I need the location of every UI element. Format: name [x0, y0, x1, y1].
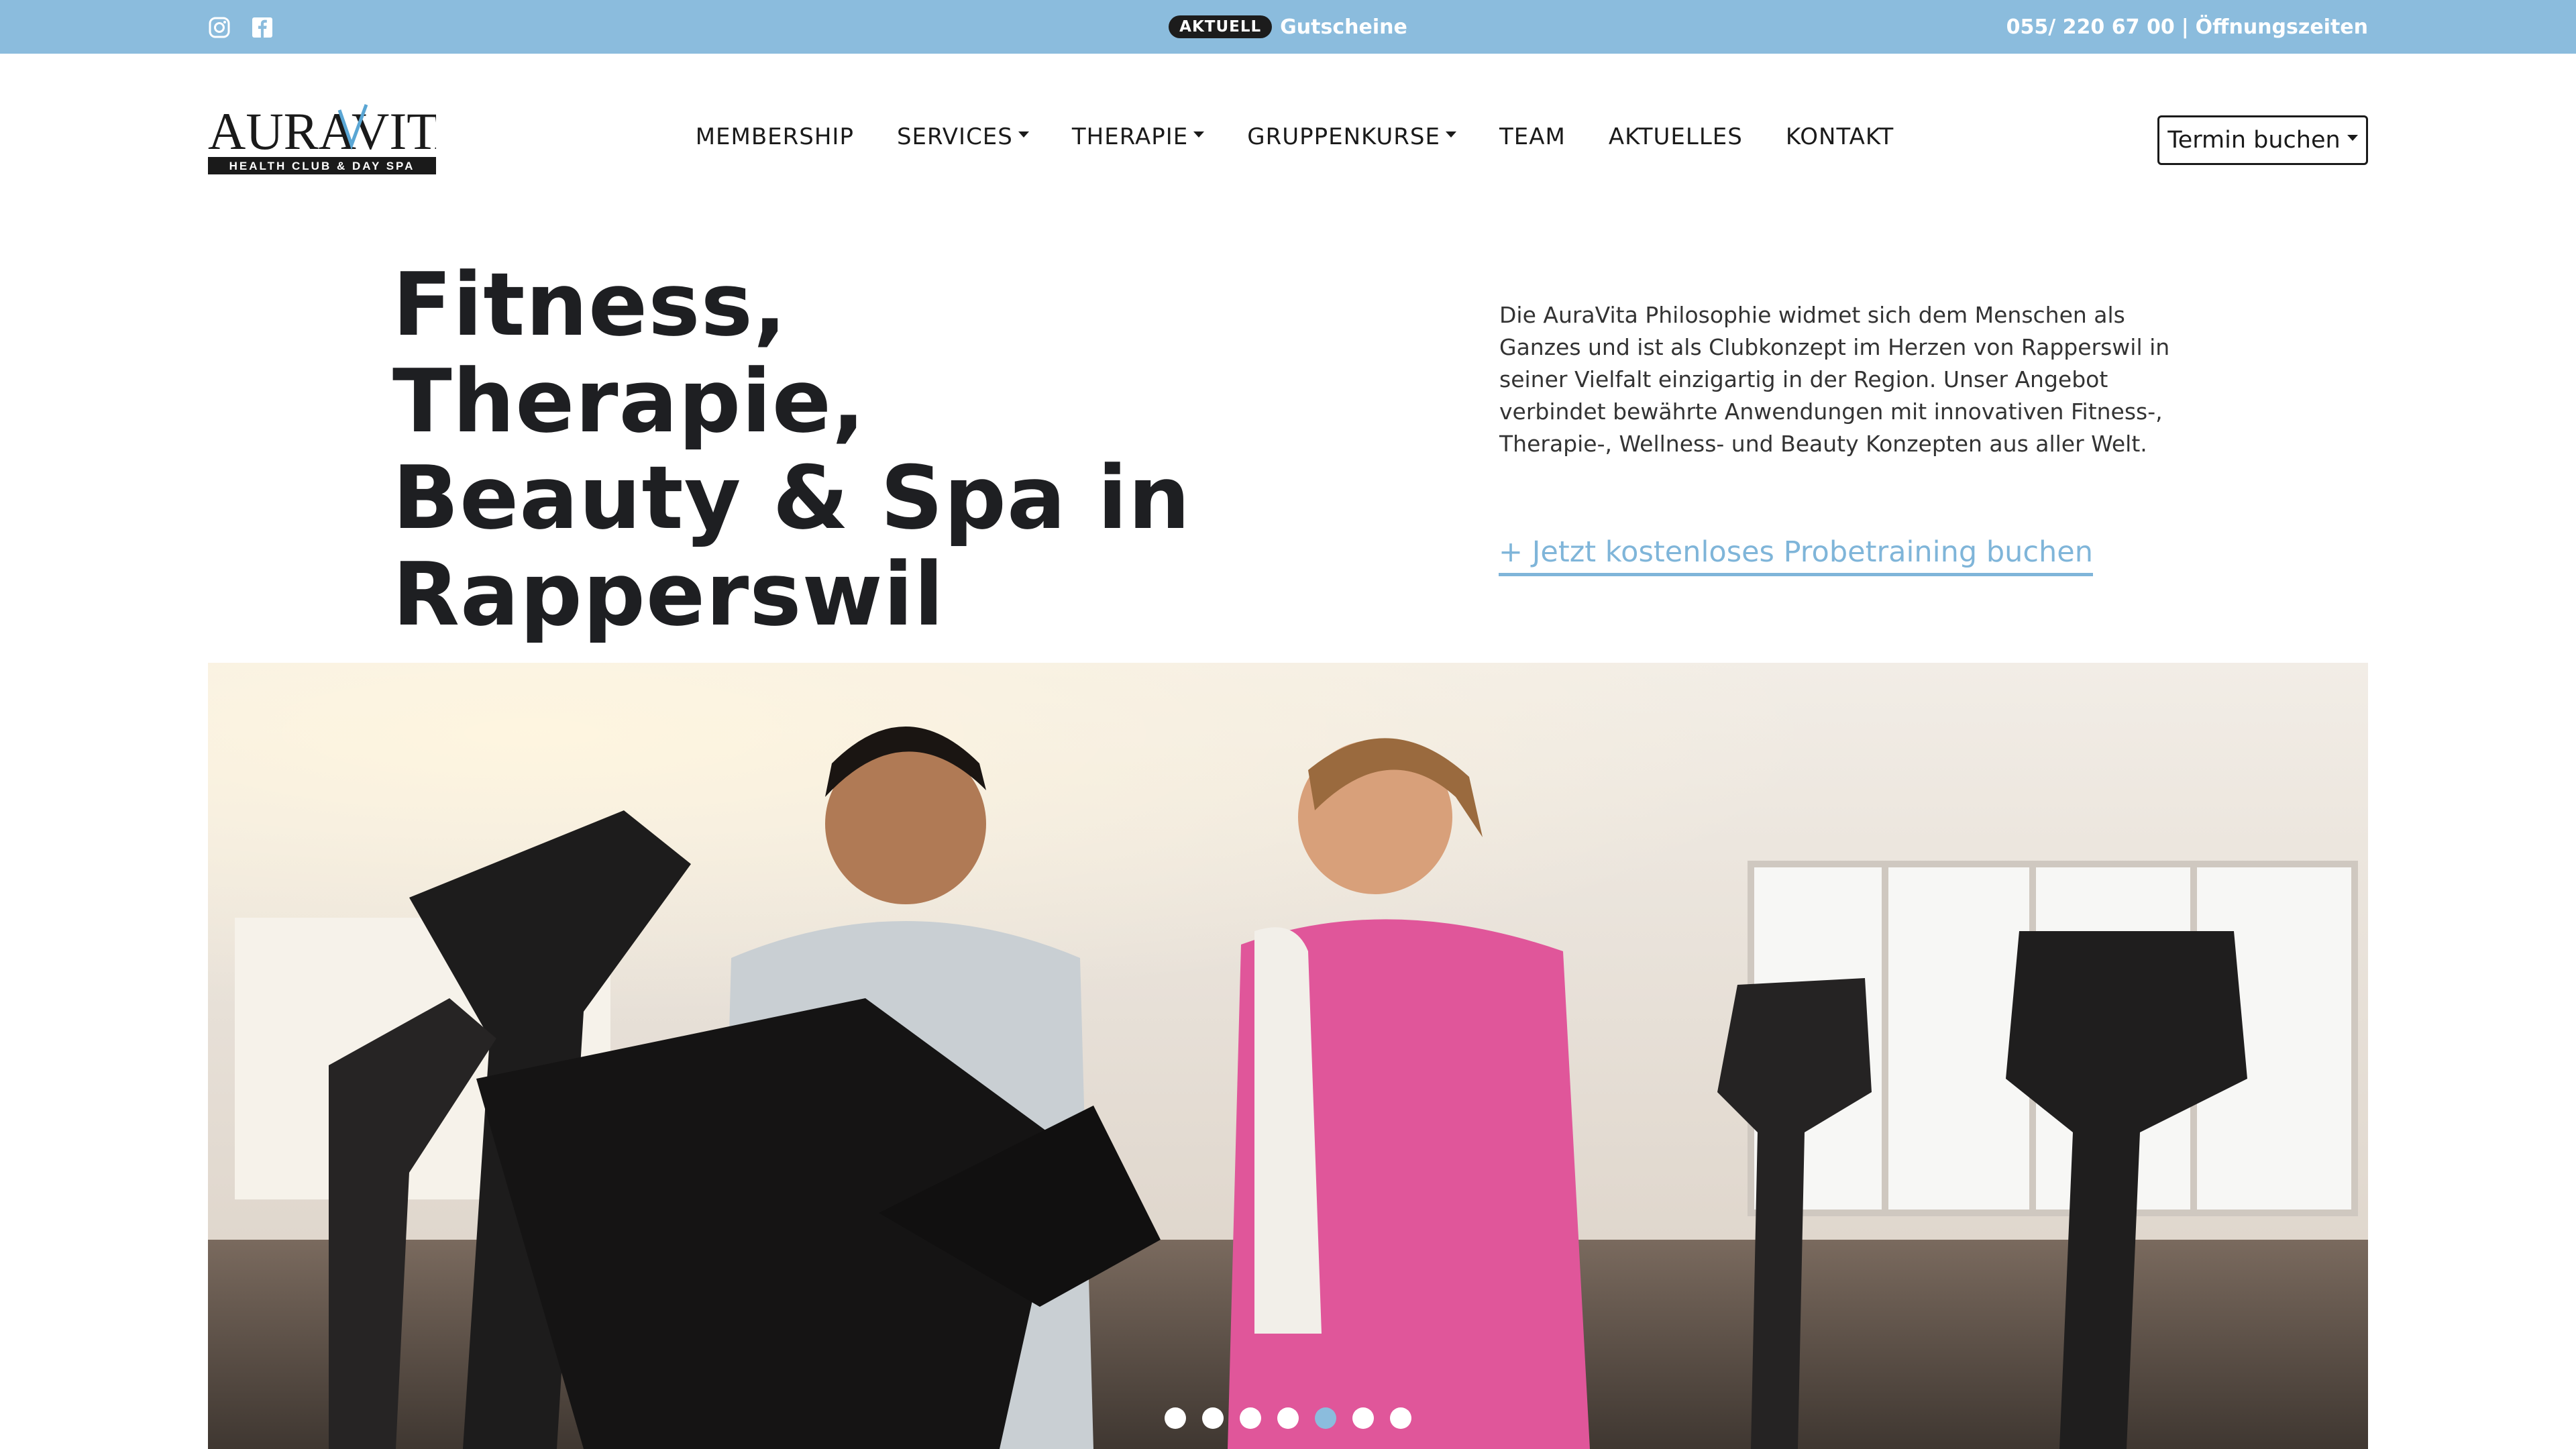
carousel-indicators [208, 1407, 2368, 1429]
nav-kontakt[interactable]: KONTAKT [1786, 123, 1894, 150]
carousel-dot[interactable] [1390, 1407, 1411, 1429]
chevron-down-icon [2347, 134, 2358, 141]
nav-therapie[interactable]: THERAPIE [1071, 123, 1205, 150]
nav-aktuelles[interactable]: AKTUELLES [1609, 123, 1743, 150]
carousel-dot[interactable] [1352, 1407, 1374, 1429]
aktuell-badge: AKTUELL [1169, 15, 1273, 38]
opening-hours-link[interactable]: Öffnungszeiten [2196, 15, 2368, 39]
nav-label: GRUPPENKURSE [1247, 123, 1440, 150]
carousel-dot[interactable] [1315, 1407, 1336, 1429]
nav-label: MEMBERSHIP [695, 123, 854, 150]
phone-link[interactable]: 055/ 220 67 00 [2006, 15, 2175, 39]
carousel-dot[interactable] [1240, 1407, 1261, 1429]
carousel-dot[interactable] [1277, 1407, 1299, 1429]
contact-info: 055/ 220 67 00 | Öffnungszeiten [2006, 0, 2368, 54]
carousel-dot[interactable] [1202, 1407, 1224, 1429]
title-line-3: Rapperswil [392, 543, 945, 645]
intro-paragraph: Die AuraVita Philosophie widmet sich dem… [1499, 302, 2170, 457]
nav-team[interactable]: TEAM [1499, 123, 1566, 150]
gym-photo [208, 663, 2368, 1449]
nav-label: TEAM [1499, 123, 1566, 150]
top-bar: AKTUELL Gutscheine 055/ 220 67 00 | Öffn… [0, 0, 2576, 54]
page-title: Fitness, Therapie, Beauty & Spa in Rappe… [392, 256, 1265, 643]
termin-buchen-button[interactable]: Termin buchen [2157, 115, 2368, 165]
nav-membership[interactable]: MEMBERSHIP [696, 123, 854, 150]
chevron-down-icon [1018, 131, 1029, 138]
hero-carousel-image [208, 663, 2368, 1449]
chevron-down-icon [1445, 131, 1456, 138]
gutscheine-link[interactable]: Gutscheine [1280, 15, 1407, 39]
chevron-down-icon [1193, 131, 1205, 138]
nav-label: SERVICES [896, 123, 1013, 150]
separator: | [2181, 15, 2189, 39]
nav-label: THERAPIE [1071, 123, 1189, 150]
title-line-2: Beauty & Spa in [392, 447, 1191, 549]
nav-services[interactable]: SERVICES [897, 123, 1029, 150]
nav-label: AKTUELLES [1608, 123, 1743, 150]
title-line-1: Fitness, Therapie, [392, 254, 866, 452]
nav-gruppenkurse[interactable]: GRUPPENKURSE [1247, 123, 1456, 150]
probetraining-link[interactable]: + Jetzt kostenloses Probetraining buchen [1499, 535, 2093, 576]
logo-tagline: HEALTH CLUB & DAY SPA [229, 160, 415, 172]
carousel-dot[interactable] [1165, 1407, 1186, 1429]
termin-buchen-label: Termin buchen [2167, 127, 2341, 154]
nav-label: KONTAKT [1785, 123, 1894, 150]
